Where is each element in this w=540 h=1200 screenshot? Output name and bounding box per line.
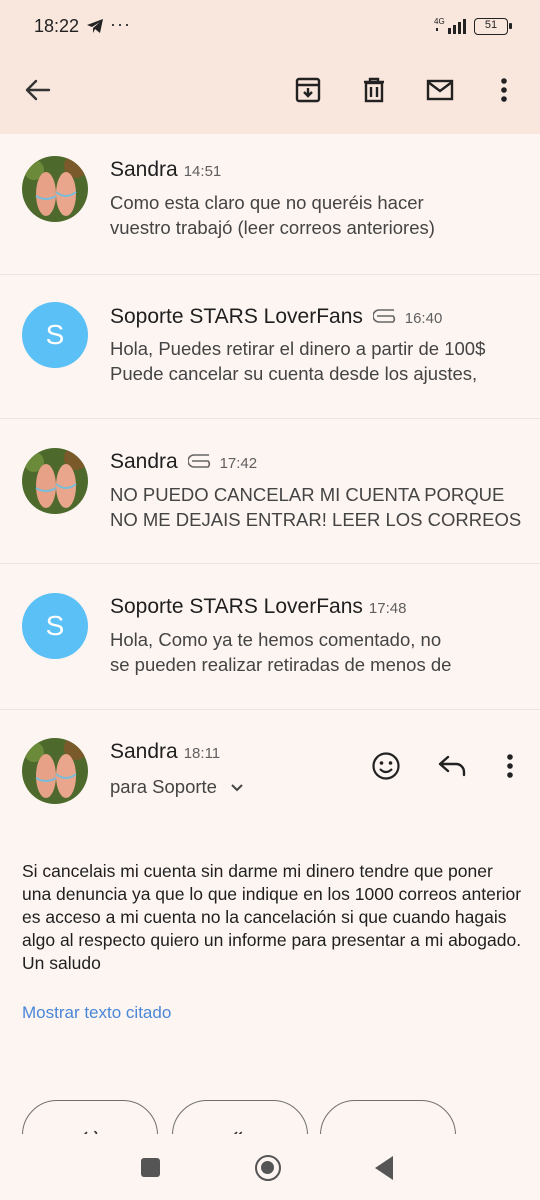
message-time: 16:40: [404, 310, 443, 327]
avatar: S: [22, 302, 88, 368]
message-time: 18:11: [183, 745, 221, 762]
snippet-line: Hola, Puedes retirar el dinero a partir …: [110, 338, 486, 359]
message-time: 17:42: [219, 455, 258, 472]
avatar: [22, 738, 88, 804]
snippet-line: se pueden realizar retiradas de menos de: [110, 654, 452, 675]
message-more-button[interactable]: [492, 748, 528, 784]
sender-name: Soporte STARS LoverFans: [110, 595, 363, 618]
signal-icon: 4G: [434, 17, 468, 40]
show-quoted-link[interactable]: Mostrar texto citado: [22, 1003, 171, 1023]
message-time: 17:48: [368, 600, 407, 617]
chevron-down-icon: [231, 784, 243, 792]
telegram-icon: [86, 18, 104, 39]
message-body: Si cancelais mi cuenta sin darme mi dine…: [22, 861, 522, 973]
divider: [0, 418, 540, 419]
snippet-line: NO ME DEJAIS ENTRAR! LEER LOS CORREOS: [110, 509, 522, 530]
avatar-photo: [22, 448, 88, 514]
network-label: 4G: [434, 17, 445, 26]
snippet-line: Puede cancelar su cuenta desde los ajust…: [110, 363, 478, 384]
trash-icon: [364, 77, 384, 103]
mail-icon: [426, 79, 454, 101]
status-time: 18:22: [34, 16, 80, 36]
message-time: 14:51: [183, 163, 222, 180]
delete-button[interactable]: [356, 72, 392, 108]
battery-indicator: 51: [474, 18, 512, 35]
status-more-dots: ···: [110, 14, 131, 34]
snippet-line: NO PUEDO CANCELAR MI CUENTA PORQUE: [110, 484, 505, 505]
snippet-line: Hola, Como ya te hemos comentado, no: [110, 629, 442, 650]
back-button[interactable]: [20, 72, 56, 108]
more-options-button[interactable]: [486, 72, 522, 108]
status-bar: 18:22 ··· 4G 51: [0, 0, 540, 54]
home-button[interactable]: [255, 1155, 281, 1181]
reply-icon: [438, 755, 466, 777]
archive-button[interactable]: [290, 72, 326, 108]
recipient-label: para Soporte: [110, 776, 217, 797]
avatar: S: [22, 593, 88, 659]
mark-unread-button[interactable]: [422, 72, 458, 108]
recents-button[interactable]: [141, 1158, 160, 1177]
sender-name: Sandra: [110, 158, 178, 181]
snippet-line: vuestro trabajó (leer correos anteriores…: [110, 217, 435, 238]
emoji-reaction-button[interactable]: [368, 748, 404, 784]
avatar-photo: [22, 156, 88, 222]
divider: [0, 274, 540, 275]
system-nav-bar: [0, 1134, 540, 1200]
sender-name: Sandra: [110, 450, 178, 473]
sender-name: Soporte STARS LoverFans: [110, 305, 363, 328]
avatar: [22, 448, 88, 514]
emoji-icon: [372, 752, 400, 780]
arrow-back-icon: [25, 79, 51, 101]
back-nav-button[interactable]: [375, 1156, 393, 1180]
recipient-toggle[interactable]: para Soporte: [110, 776, 244, 798]
more-vert-icon: [507, 754, 513, 778]
avatar-photo: [22, 738, 88, 804]
divider: [0, 563, 540, 564]
sender-name: Sandra: [110, 740, 178, 763]
reply-button[interactable]: [434, 748, 470, 784]
avatar: [22, 156, 88, 222]
attachment-icon: [371, 305, 399, 329]
snippet-line: Como esta claro que no queréis hacer: [110, 192, 424, 213]
archive-icon: [295, 77, 321, 103]
divider: [0, 709, 540, 710]
more-vert-icon: [501, 78, 507, 102]
attachment-icon: [186, 450, 214, 474]
